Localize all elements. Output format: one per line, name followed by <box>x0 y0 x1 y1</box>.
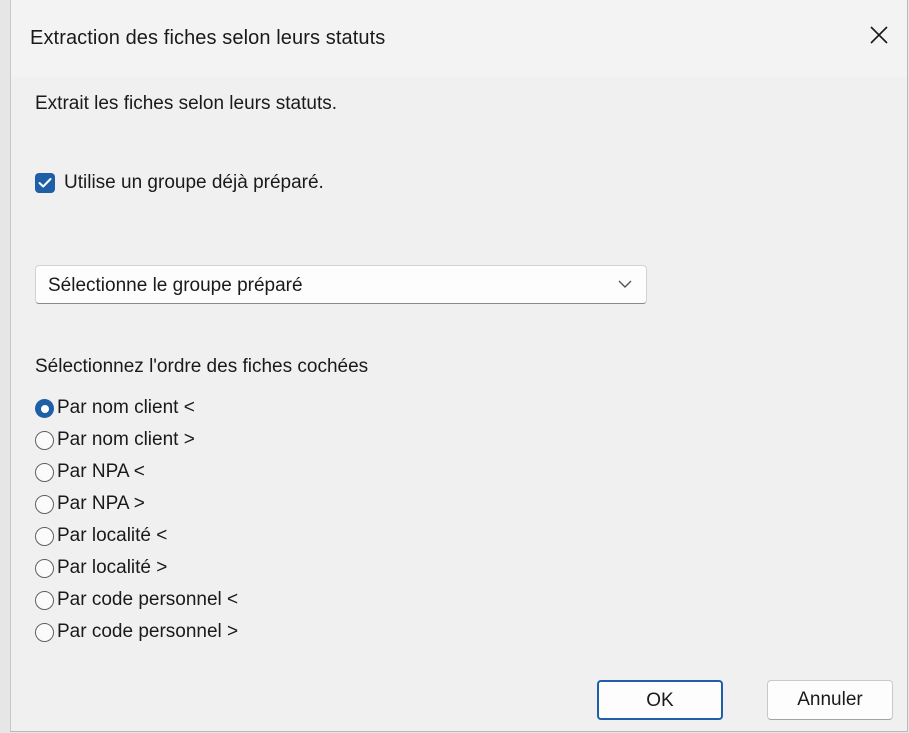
intro-text: Extrait les fiches selon leurs statuts. <box>35 93 338 114</box>
close-icon <box>870 26 888 44</box>
title-bar: Extraction des fiches selon leurs statut… <box>11 0 907 77</box>
radio-label: Par NPA < <box>57 461 145 482</box>
radio-unselected-icon[interactable] <box>35 591 54 610</box>
window-title: Extraction des fiches selon leurs statut… <box>30 27 386 49</box>
close-button[interactable] <box>847 0 907 70</box>
radio-unselected-icon[interactable] <box>35 463 54 482</box>
group-select-value: Sélectionne le groupe préparé <box>48 275 303 296</box>
checkbox-checked-icon[interactable] <box>35 173 55 193</box>
order-heading: Sélectionnez l'ordre des fiches cochées <box>35 356 369 377</box>
use-group-label: Utilise un groupe déjà préparé. <box>64 172 324 193</box>
radio-label: Par nom client > <box>57 429 195 450</box>
radio-selected-icon[interactable] <box>35 399 54 418</box>
radio-label: Par nom client < <box>57 397 195 418</box>
radio-unselected-icon[interactable] <box>35 431 54 450</box>
ok-button[interactable]: OK <box>597 680 723 720</box>
radio-label: Par code personnel < <box>57 589 239 610</box>
radio-label: Par localité > <box>57 557 168 578</box>
extraction-dialog: Extraction des fiches selon leurs statut… <box>10 0 908 732</box>
radio-unselected-icon[interactable] <box>35 495 54 514</box>
radio-label: Par NPA > <box>57 493 145 514</box>
radio-label: Par localité < <box>57 525 168 546</box>
radio-unselected-icon[interactable] <box>35 623 54 642</box>
radio-label: Par code personnel > <box>57 621 239 642</box>
group-select[interactable]: Sélectionne le groupe préparé <box>35 265 647 304</box>
radio-unselected-icon[interactable] <box>35 559 54 578</box>
cancel-button[interactable]: Annuler <box>767 680 893 720</box>
chevron-down-icon <box>618 280 632 288</box>
radio-unselected-icon[interactable] <box>35 527 54 546</box>
